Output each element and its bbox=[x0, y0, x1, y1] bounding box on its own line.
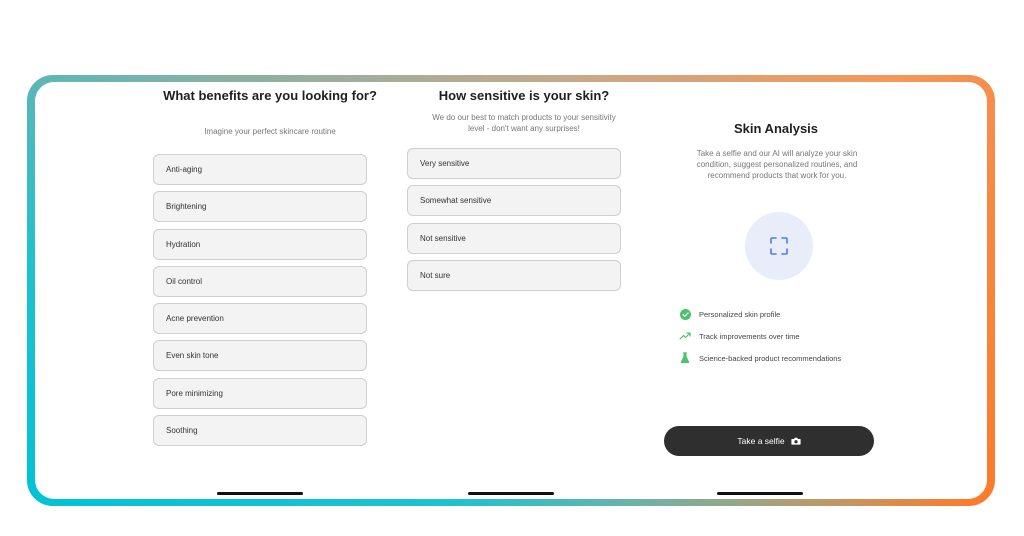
take-selfie-button[interactable]: Take a selfie bbox=[664, 426, 874, 456]
trend-up-icon bbox=[679, 330, 691, 342]
device-frame: What benefits are you looking for? Imagi… bbox=[27, 75, 995, 506]
analysis-title: Skin Analysis bbox=[733, 121, 819, 136]
benefits-subtitle: Imagine your perfect skincare routine bbox=[204, 127, 336, 136]
analysis-subtitle: Take a selfie and our AI will analyze yo… bbox=[696, 149, 858, 180]
option-soothing[interactable]: Soothing bbox=[153, 415, 367, 447]
benefits-title: What benefits are you looking for? bbox=[163, 88, 377, 103]
sensitivity-subtitle: We do our best to match products to your… bbox=[432, 113, 616, 133]
sensitivity-options: Very sensitive Somewhat sensitive Not se… bbox=[407, 148, 621, 297]
feature-label: Track improvements over time bbox=[699, 331, 800, 341]
option-not-sensitive[interactable]: Not sensitive bbox=[407, 222, 621, 254]
sensitivity-title: How sensitive is your skin? bbox=[438, 88, 610, 103]
check-circle-icon bbox=[679, 308, 691, 320]
option-even-skin-tone[interactable]: Even skin tone bbox=[153, 340, 367, 372]
scan-frame-badge bbox=[745, 212, 813, 280]
option-anti-aging[interactable]: Anti-aging bbox=[153, 154, 367, 185]
feature-list: Personalized skin profile Track improvem… bbox=[679, 307, 889, 373]
flask-icon bbox=[679, 352, 691, 364]
camera-icon bbox=[791, 437, 801, 445]
home-indicator bbox=[217, 492, 303, 495]
take-selfie-label: Take a selfie bbox=[737, 436, 785, 446]
option-not-sure[interactable]: Not sure bbox=[407, 259, 621, 291]
option-very-sensitive[interactable]: Very sensitive bbox=[407, 148, 621, 179]
option-acne-prevention[interactable]: Acne prevention bbox=[153, 303, 367, 335]
feature-item: Science-backed product recommendations bbox=[679, 351, 889, 365]
option-hydration[interactable]: Hydration bbox=[153, 228, 367, 260]
option-somewhat-sensitive[interactable]: Somewhat sensitive bbox=[407, 185, 621, 217]
feature-label: Personalized skin profile bbox=[699, 309, 781, 319]
feature-item: Track improvements over time bbox=[679, 329, 889, 343]
scan-frame-icon bbox=[770, 237, 788, 255]
skin-analysis-screen: Skin Analysis Take a selfie and our AI w… bbox=[651, 82, 901, 499]
option-oil-control[interactable]: Oil control bbox=[153, 265, 367, 297]
option-pore-minimizing[interactable]: Pore minimizing bbox=[153, 377, 367, 409]
benefits-screen: What benefits are you looking for? Imagi… bbox=[145, 82, 395, 499]
sensitivity-screen: How sensitive is your skin? We do our be… bbox=[399, 82, 649, 499]
feature-label: Science-backed product recommendations bbox=[699, 353, 842, 363]
screen: What benefits are you looking for? Imagi… bbox=[35, 82, 987, 499]
home-indicator bbox=[468, 492, 554, 495]
option-brightening[interactable]: Brightening bbox=[153, 191, 367, 223]
home-indicator bbox=[717, 492, 803, 495]
benefits-options: Anti-aging Brightening Hydration Oil con… bbox=[153, 154, 367, 452]
feature-item: Personalized skin profile bbox=[679, 307, 889, 321]
